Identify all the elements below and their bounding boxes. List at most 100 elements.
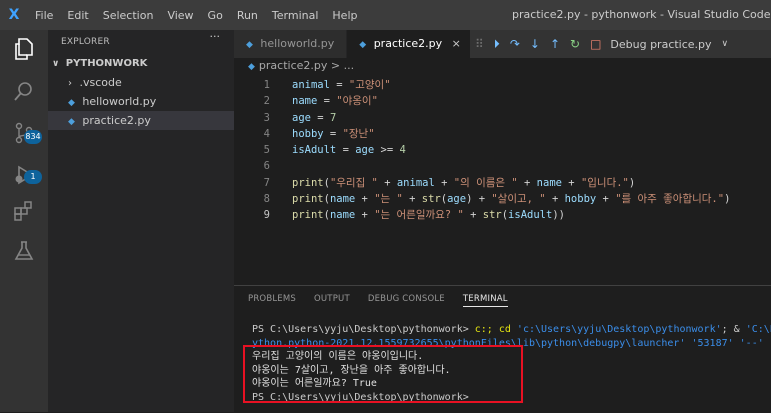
code-token: name: [292, 95, 318, 108]
code-token: name: [329, 209, 356, 222]
code-token: ) +: [466, 193, 492, 206]
output-highlight-box: [243, 345, 523, 403]
code-line: 9 print(name + "는 어른일까요? " + str(isAdult)…: [234, 207, 771, 223]
code-token: ): [628, 176, 636, 189]
code-token: "우리집 ": [329, 176, 378, 189]
code-token: +: [377, 176, 397, 189]
tab-debug-console[interactable]: DEBUG CONSOLE: [368, 294, 445, 306]
code-token: "의 이름은 ": [453, 176, 518, 189]
more-actions-icon[interactable]: ···: [210, 30, 221, 43]
code-token: hobby: [292, 127, 324, 140]
code-token: "는 어른일까요? ": [374, 209, 464, 222]
python-file-icon: ◆: [248, 62, 255, 72]
tab-practice2[interactable]: ◆ practice2.py ×: [347, 30, 474, 58]
python-file-icon: ◆: [246, 40, 253, 50]
code-token: 4: [399, 144, 406, 157]
close-icon[interactable]: ×: [452, 37, 461, 50]
menu-edit[interactable]: Edit: [60, 9, 95, 22]
window-title: practice2.py - pythonwork - Visual Studi…: [512, 8, 771, 21]
code-editor[interactable]: 1 animal = "고양이" 2 name = "야옹이" 3 age = 7 4 hob…: [234, 77, 771, 224]
tab-label: helloworld.py: [260, 37, 335, 50]
tab-helloworld[interactable]: ◆ helloworld.py: [234, 30, 348, 58]
code-token: ): [724, 193, 731, 206]
code-token: isAdult: [292, 144, 337, 157]
line-number: 6: [263, 160, 270, 173]
code-token: "살이고, ": [491, 193, 546, 206]
chevron-right-icon: ›: [68, 78, 72, 89]
python-file-icon: ◆: [68, 98, 75, 108]
menu-view[interactable]: View: [160, 9, 200, 22]
terminal-path: 'C:\P: [745, 324, 771, 335]
code-token: +: [355, 209, 375, 222]
search-icon[interactable]: [12, 80, 36, 104]
continue-icon[interactable]: ⏵: [489, 37, 505, 52]
tree-item-practice2[interactable]: ◆ practice2.py: [48, 111, 234, 130]
code-token: print: [292, 193, 324, 206]
code-text: print(name + "는 어른일까요? " + str(isAdult)): [292, 207, 565, 223]
tab-label: practice2.py: [373, 37, 443, 50]
code-token: "를 아주 좋아합니다.": [615, 193, 725, 206]
debug-config-select[interactable]: Debug practice.py: [610, 38, 711, 51]
drag-handle-icon[interactable]: ⠿: [470, 37, 489, 51]
code-token: 7: [329, 111, 337, 124]
scm-badge: 834: [24, 130, 42, 144]
tab-problems[interactable]: PROBLEMS: [248, 294, 296, 306]
step-into-icon[interactable]: ↓: [525, 37, 545, 51]
code-token: +: [434, 176, 454, 189]
code-token: age: [292, 111, 311, 124]
menu-run[interactable]: Run: [230, 9, 265, 22]
code-token: "장난": [342, 127, 375, 140]
explorer-sidebar: EXPLORER ··· ∨ PYTHONWORK › .vscode ◆ he…: [48, 30, 234, 412]
tab-output[interactable]: OUTPUT: [314, 294, 350, 306]
code-line: 4 hobby = "장난": [234, 126, 771, 142]
code-line: 3 age = 7: [234, 110, 771, 126]
code-token: age: [355, 144, 375, 157]
python-file-icon: ◆: [68, 117, 75, 127]
code-token: hobby: [564, 193, 597, 206]
menu-go[interactable]: Go: [201, 9, 230, 22]
code-line: 6: [234, 158, 771, 174]
code-text: print("우리집 " + animal + "의 이름은 " + name …: [292, 175, 635, 191]
terminal-prompt: PS C:\Users\yyju\Desktop\pythonwork>: [252, 324, 469, 335]
code-token: =: [323, 127, 343, 140]
code-token: "는 ": [374, 193, 403, 206]
step-over-icon[interactable]: ↷: [505, 37, 525, 51]
code-token: str: [421, 193, 441, 206]
restart-icon[interactable]: ↻: [565, 37, 585, 51]
code-token: )): [552, 209, 565, 222]
line-number: 2: [263, 95, 270, 108]
code-token: =: [336, 144, 356, 157]
line-number: 8: [263, 193, 270, 206]
tree-item-helloworld[interactable]: ◆ helloworld.py: [48, 92, 234, 111]
menu-selection[interactable]: Selection: [96, 9, 161, 22]
chevron-down-icon[interactable]: ∨: [722, 39, 729, 49]
tree-item-label: .vscode: [79, 76, 122, 89]
breadcrumb[interactable]: ◆ practice2.py > ...: [248, 59, 354, 72]
terminal-command-line: PS C:\Users\yyju\Desktop\pythonwork> c:;…: [252, 323, 771, 337]
step-out-icon[interactable]: ↑: [545, 37, 565, 51]
code-text: animal = "고양이": [292, 77, 391, 93]
code-line: 8 print(name + "는 " + str(age) + "살이고, " …: [234, 191, 771, 207]
code-token: print: [292, 176, 324, 189]
code-line: 1 animal = "고양이": [234, 77, 771, 93]
debug-badge: 1: [24, 170, 42, 184]
code-token: "고양이": [348, 79, 391, 91]
breadcrumb-label: practice2.py > ...: [258, 59, 355, 72]
code-line: 2 name = "야옹이": [234, 93, 771, 109]
code-token: name: [536, 176, 562, 189]
extensions-icon[interactable]: [12, 200, 36, 224]
code-token: =: [310, 111, 330, 124]
code-token: "입니다.": [580, 176, 629, 189]
files-icon[interactable]: [12, 38, 36, 62]
menu-terminal[interactable]: Terminal: [265, 9, 326, 22]
testing-icon[interactable]: [12, 240, 36, 264]
tab-terminal[interactable]: TERMINAL: [462, 294, 508, 307]
activity-bar: 834 1: [0, 30, 48, 412]
tree-item-vscode[interactable]: › .vscode: [48, 73, 234, 92]
stop-icon[interactable]: □: [585, 37, 606, 51]
menu-file[interactable]: File: [28, 9, 60, 22]
code-token: +: [517, 176, 537, 189]
workspace-root[interactable]: ∨ PYTHONWORK: [48, 54, 234, 73]
menu-help[interactable]: Help: [325, 9, 364, 22]
code-line: 5 isAdult = age >= 4: [234, 142, 771, 158]
